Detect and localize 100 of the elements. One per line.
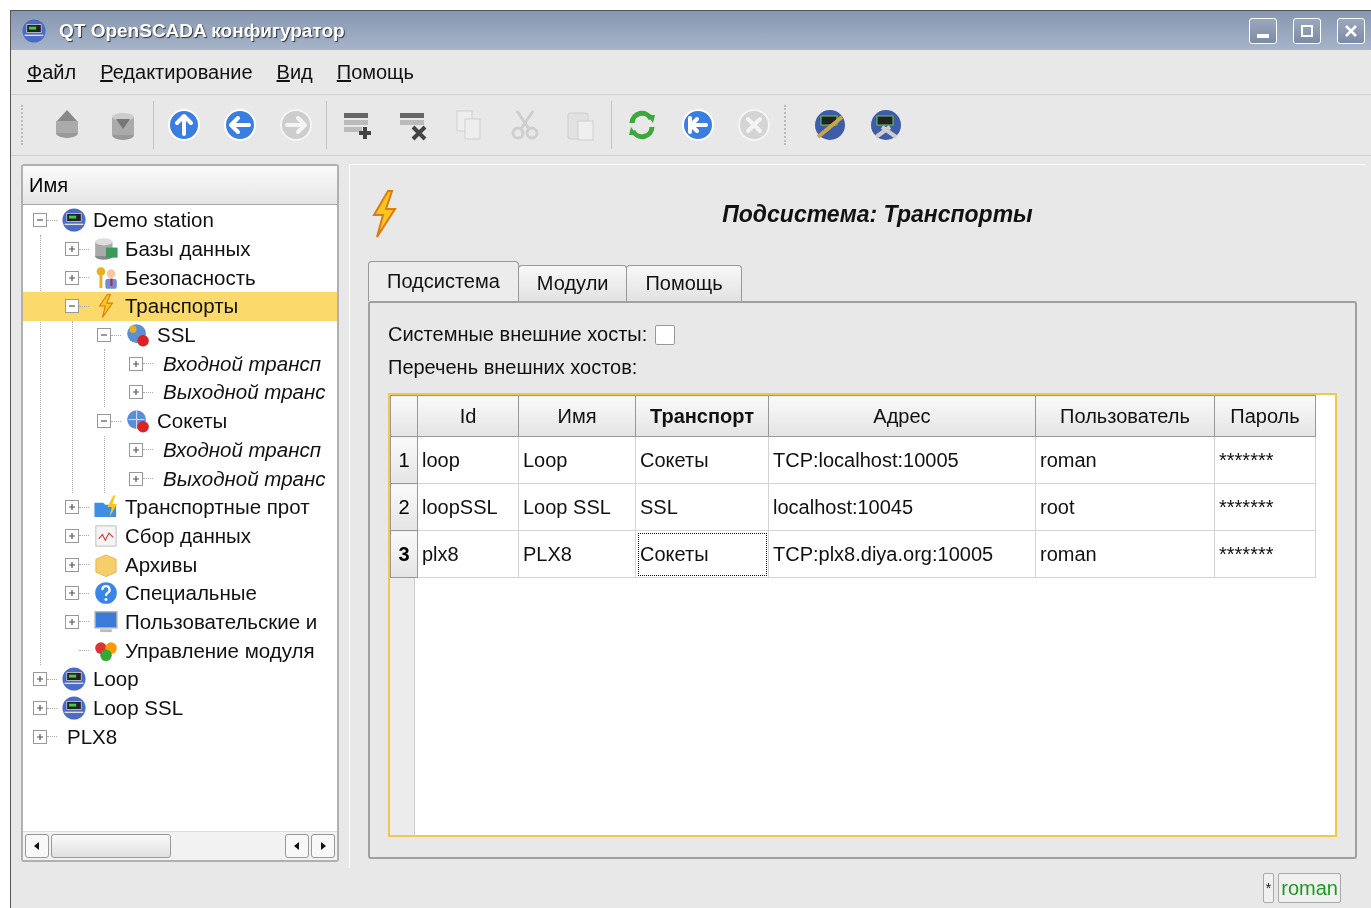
minimize-icon [1257,33,1269,38]
column-header[interactable]: Пользователь [1035,395,1215,437]
expand-icon[interactable] [65,586,79,601]
tree-item-label: Выходной транс [163,466,326,491]
column-header[interactable]: Адрес [768,395,1036,437]
column-header: Имя [23,166,337,205]
tree-item-label: Пользовательские и [125,609,318,634]
tree-item[interactable]: Loop [23,665,337,694]
minimize-button[interactable] [1249,17,1277,44]
left-triangle-icon [32,841,42,851]
tree-item-label: Сокеты [157,409,228,434]
section-label: Перечень внешних хостов: [388,356,639,379]
expand-icon[interactable] [33,701,47,716]
tree-item-label: Сбор данных [125,523,252,548]
menu-item[interactable]: Помощь [336,60,414,84]
tree-item[interactable]: Loop SSL [23,693,337,723]
scroll-left-button[interactable] [25,834,49,858]
expand-icon[interactable] [65,614,79,629]
column-header[interactable]: Имя [518,395,636,437]
menu-item[interactable]: Редактирование [100,60,253,84]
help-icon [93,580,119,607]
expand-icon[interactable] [129,442,143,457]
tree-item-label: Loop SSL [93,696,184,721]
maximize-button[interactable] [1293,17,1321,44]
tab[interactable]: Помощь [626,265,742,301]
row-header[interactable]: 2 [390,483,418,531]
menu-item[interactable]: Вид [276,60,313,84]
globe-icon [125,408,151,435]
station-tool-icon [812,107,848,143]
scroll-left-button[interactable] [285,834,309,858]
table-cell: Сокеты [635,436,769,484]
column-header[interactable]: Пароль [1214,395,1316,437]
tree-item[interactable]: PLX8 [23,722,337,752]
table-cell: plx8 [417,530,519,578]
tree-item[interactable]: Сокеты [23,406,337,436]
page-title: Подсистема: Транспорты [721,200,1034,228]
expand-icon[interactable] [65,242,79,257]
table-corner[interactable] [390,395,418,437]
expand-icon[interactable] [65,270,79,285]
table-cell: ******* [1214,436,1316,484]
menu-item[interactable]: Файл [27,60,77,84]
tab[interactable]: Подсистема [368,261,519,301]
chart-icon [93,522,119,549]
collapse-icon[interactable] [33,213,47,228]
tree-item[interactable]: Специальные [23,578,337,608]
table-cell: Loop SSL [518,483,636,531]
tab[interactable]: Модули [517,265,628,301]
left-triangle-icon [292,841,302,851]
tree-item[interactable]: Архивы [23,550,337,579]
modified-indicator: * [1262,873,1275,903]
expand-icon[interactable] [129,385,143,400]
tree-item-label: Базы данных [125,237,251,262]
tree-item[interactable]: SSL [23,320,337,350]
expand-icon[interactable] [33,672,47,687]
tree-item[interactable]: Выходной транс [23,378,337,407]
table-cell: ******* [1214,530,1316,578]
scroll-thumb[interactable] [51,834,171,858]
tree-item[interactable]: Транспортные прот [23,492,337,522]
table-cell: TCP:localhost:10005 [768,436,1036,484]
table-cell: Loop [518,436,636,484]
field-label: Системные внешние хосты: [388,323,648,346]
collapse-icon[interactable] [97,328,111,343]
tree-item[interactable]: Входной трансп [23,435,337,465]
expand-icon[interactable] [129,471,143,486]
expand-icon[interactable] [33,729,47,744]
close-icon [1344,23,1358,38]
station-icon [61,207,87,234]
row-header[interactable]: 1 [390,436,418,484]
tree-item-label: Безопасность [125,265,256,290]
tree-item-label: Архивы [125,552,198,577]
tree-item-label: Транспорты [125,294,239,319]
tree-item[interactable]: Входной трансп [23,349,337,379]
tree-item[interactable]: Безопасность [23,263,337,293]
close-button[interactable] [1337,17,1365,44]
tree-item[interactable]: Сбор данных [23,521,337,551]
table-cell: ******* [1214,483,1316,531]
tree-item[interactable]: Пользовательские и [23,607,337,637]
column-header[interactable]: Id [417,395,519,437]
tree-item[interactable]: Demo station [23,206,337,235]
checkbox[interactable] [655,324,676,345]
expand-icon[interactable] [65,557,79,572]
column-header[interactable]: Транспорт [635,395,769,437]
tree-item[interactable]: Выходной транс [23,464,337,493]
tree-item[interactable]: Базы данных [23,234,337,264]
expand-icon[interactable] [65,500,79,515]
tree-item[interactable]: Транспорты [23,292,337,321]
row-header[interactable]: 3 [390,530,418,578]
maximize-icon [1300,23,1314,38]
collapse-icon[interactable] [97,414,111,429]
table-cell: PLX8 [518,530,636,578]
tree-item-label: Выходной транс [163,380,326,405]
table-cell: loop [417,436,519,484]
scroll-right-button[interactable] [311,834,335,858]
expand-icon[interactable] [65,528,79,543]
tree-item[interactable]: Управление модуля [23,636,337,665]
horizontal-scrollbar[interactable] [23,831,337,860]
expand-icon[interactable] [129,356,143,371]
collapse-icon[interactable] [65,299,79,314]
database-icon [93,236,119,263]
station-icon [61,695,87,722]
